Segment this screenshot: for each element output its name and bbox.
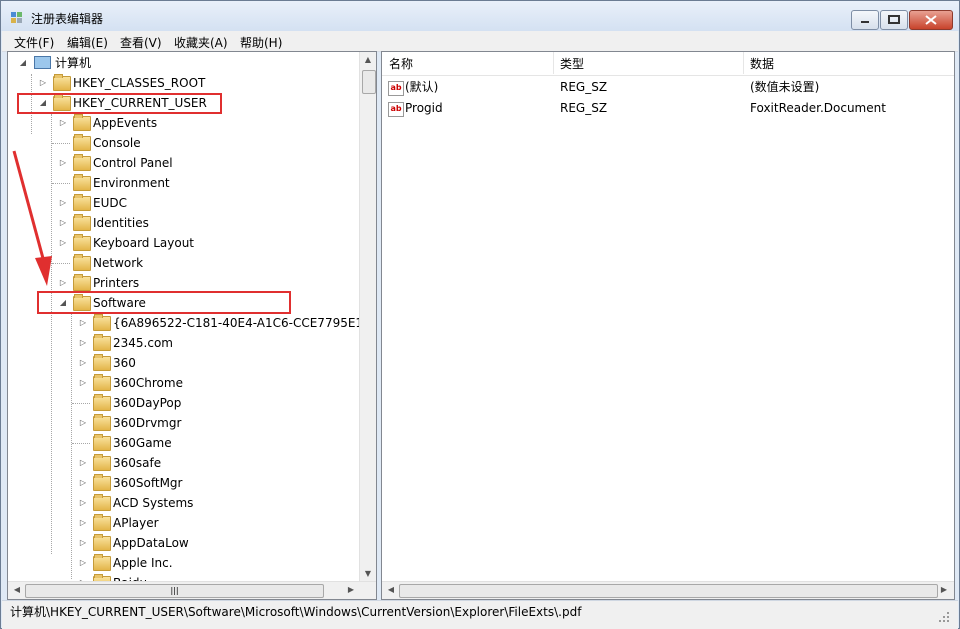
- annotation-arrow: [12, 150, 52, 286]
